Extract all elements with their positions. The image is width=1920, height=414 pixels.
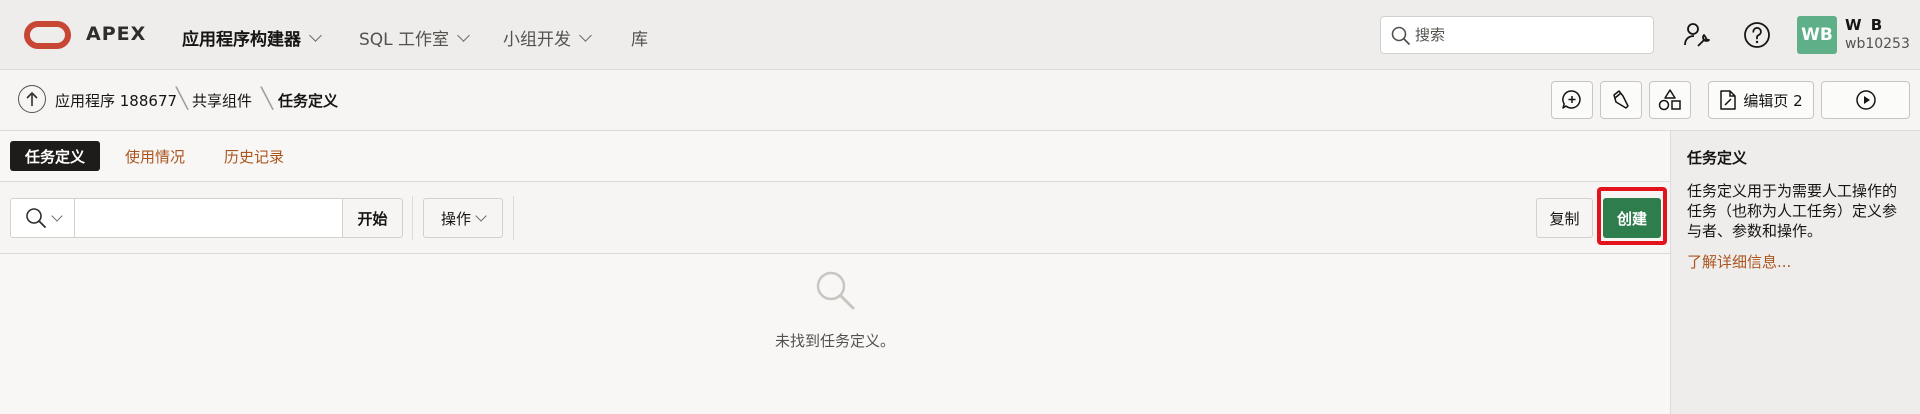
tab-history[interactable]: 历史记录 [209, 141, 299, 171]
comment-button[interactable] [1551, 81, 1593, 119]
debug-button[interactable] [1600, 81, 1642, 119]
search-icon [1391, 26, 1410, 45]
administration-icon[interactable] [1680, 18, 1714, 52]
comment-add-icon [1562, 90, 1581, 109]
parent-page-button[interactable] [18, 85, 46, 113]
app-header: APEX 应用程序构建器 SQL 工作室 小组开发 库 WB [0, 0, 1920, 70]
tab-task-definitions[interactable]: 任务定义 [10, 141, 101, 171]
divider [513, 196, 514, 240]
actions-menu-button[interactable]: 操作 [423, 198, 503, 238]
learn-more-link[interactable]: 了解详细信息... [1687, 251, 1791, 272]
go-button[interactable]: 开始 [342, 198, 403, 238]
report-toolbar: 开始 操作 复制 创建 [0, 182, 1670, 254]
chevron-down-icon [579, 28, 592, 42]
report-search-input[interactable] [83, 207, 333, 229]
tab-utilization[interactable]: 使用情况 [110, 141, 200, 171]
arrow-up-icon [26, 91, 38, 106]
global-search-input[interactable] [1415, 23, 1645, 47]
breadcrumb-separator: ╲ [261, 86, 274, 110]
play-icon [1855, 90, 1876, 110]
breadcrumb-shared-components[interactable]: 共享组件 [192, 90, 252, 111]
user-name[interactable]: W B [1845, 16, 1884, 34]
shapes-icon [1658, 89, 1681, 111]
main-content: 任务定义 使用情况 历史记录 开始 操作 复制 创建 未找到任务定义。 [0, 131, 1670, 414]
create-button[interactable]: 创建 [1603, 198, 1661, 238]
nav-app-builder[interactable]: 应用程序构建器 [182, 25, 322, 50]
breadcrumb-bar: 应用程序 188677 ╲ 共享组件 ╲ 任务定义 编辑页 2 [0, 70, 1920, 131]
help-title: 任务定义 [1687, 149, 1748, 167]
empty-search-icon [816, 271, 855, 310]
oracle-logo-icon[interactable] [24, 21, 71, 49]
breadcrumb-current: 任务定义 [278, 92, 339, 110]
nav-sql-workshop[interactable]: SQL 工作室 [359, 25, 470, 50]
chevron-down-icon [50, 209, 63, 222]
chevron-down-icon [475, 209, 487, 222]
help-panel: 任务定义 任务定义用于为需要人工操作的任务（也称为人工任务）定义参与者、参数和操… [1670, 131, 1920, 414]
user-avatar[interactable]: WB [1797, 16, 1837, 54]
empty-state-message: 未找到任务定义。 [774, 332, 895, 350]
search-icon [25, 208, 46, 228]
chevron-down-icon [457, 28, 470, 42]
breadcrumb-separator: ╲ [176, 86, 189, 110]
copy-button[interactable]: 复制 [1536, 198, 1593, 238]
edit-page-button[interactable]: 编辑页 2 [1708, 81, 1814, 119]
global-search[interactable] [1380, 16, 1654, 54]
help-body: 任务定义用于为需要人工操作的任务（也称为人工任务）定义参与者、参数和操作。 [1687, 182, 1898, 240]
help-icon[interactable] [1740, 18, 1774, 52]
divider [412, 196, 413, 240]
run-page-button[interactable] [1821, 81, 1910, 119]
flashlight-icon [1613, 90, 1629, 109]
chevron-down-icon [309, 28, 322, 42]
breadcrumb-application[interactable]: 应用程序 188677 [55, 90, 177, 111]
shared-components-button[interactable] [1649, 81, 1691, 119]
search-column-selector[interactable] [11, 199, 75, 237]
page-edit-icon [1720, 90, 1737, 110]
nav-gallery[interactable]: 库 [631, 25, 648, 50]
apex-logo-text[interactable]: APEX [86, 23, 146, 45]
user-id[interactable]: wb10253 [1845, 36, 1910, 52]
report-search: 开始 [10, 198, 403, 238]
nav-team-development[interactable]: 小组开发 [503, 25, 592, 50]
